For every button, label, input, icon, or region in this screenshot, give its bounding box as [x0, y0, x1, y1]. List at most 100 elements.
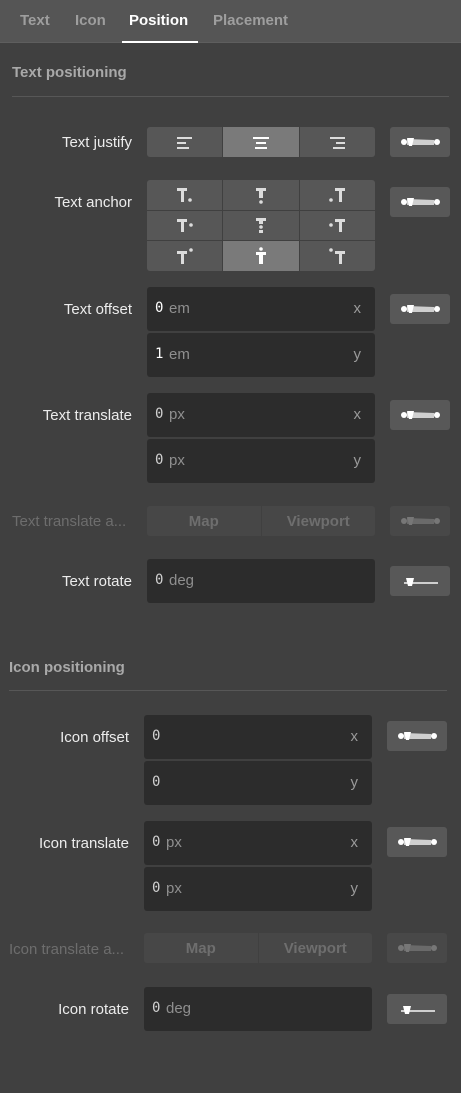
axis-y-label: y	[350, 774, 359, 791]
icon-translate-x-value: 0	[152, 834, 161, 850]
section-divider	[12, 96, 449, 97]
icon-offset-x-input[interactable]: 0 x	[144, 715, 372, 759]
icon-translate-x-unit: px	[166, 834, 182, 851]
text-rotate-zoom-function-button[interactable]	[390, 566, 450, 596]
icon-offset-label: Icon offset	[60, 729, 129, 746]
text-offset-x-input[interactable]: 0 em x	[147, 287, 375, 331]
anchor-top-left-button[interactable]	[147, 180, 223, 210]
zoom-function-icon	[401, 517, 440, 525]
zoom-function-icon	[398, 838, 437, 846]
icon-positioning-title: Icon positioning	[9, 659, 125, 676]
text-translate-y-value: 0	[155, 452, 164, 468]
anchor-center-icon	[255, 218, 266, 234]
text-offset-label: Text offset	[63, 301, 132, 318]
icon-rotate-zoom-function-button[interactable]	[387, 994, 447, 1024]
anchor-top-right-icon	[329, 187, 346, 202]
icon-translate-y-input[interactable]: 0 px y	[144, 867, 372, 911]
anchor-bottom-left-button[interactable]	[147, 241, 223, 271]
icon-rotate-unit: deg	[166, 1000, 192, 1017]
zoom-function-icon	[398, 944, 437, 952]
anchor-bottom-right-button[interactable]	[299, 241, 375, 271]
text-offset-x-unit: em	[169, 300, 190, 317]
text-rotate-label: Text rotate	[61, 573, 132, 590]
text-justify-zoom-function-button[interactable]	[390, 127, 450, 157]
justify-right-button[interactable]	[300, 127, 375, 157]
text-translate-anchor-toggle: Map Viewport	[147, 506, 375, 536]
axis-x-label: x	[350, 728, 359, 745]
icon-translate-anchor-label: Icon translate a...	[9, 941, 125, 958]
translate-anchor-viewport-option: Viewport	[283, 939, 347, 957]
anchor-top-button[interactable]	[223, 180, 299, 210]
tab-position[interactable]: Position	[129, 0, 188, 42]
active-tab-indicator	[122, 41, 198, 43]
tab-placement[interactable]: Placement	[213, 0, 288, 42]
tab-bar: Text Icon Position Placement	[0, 0, 461, 43]
icon-offset-x-value: 0	[152, 728, 161, 744]
zoom-function-icon	[401, 411, 440, 419]
icon-translate-anchor-zoom-function-button	[387, 933, 447, 963]
justify-center-button[interactable]	[223, 127, 300, 157]
text-offset-y-unit: em	[169, 346, 190, 363]
text-translate-y-input[interactable]: 0 px y	[147, 439, 375, 483]
text-rotate-input[interactable]: 0 deg	[147, 559, 375, 603]
tab-text[interactable]: Text	[20, 0, 50, 42]
icon-rotate-value: 0	[152, 1000, 161, 1016]
text-translate-label: Text translate	[42, 407, 132, 424]
section-divider	[9, 690, 447, 691]
translate-anchor-map-option: Map	[144, 933, 259, 963]
icon-offset-y-input[interactable]: 0 y	[144, 761, 372, 805]
icon-translate-label: Icon translate	[38, 835, 129, 852]
text-translate-anchor-label: Text translate a...	[12, 513, 127, 530]
translate-anchor-map-option: Map	[147, 506, 262, 536]
text-translate-y-unit: px	[169, 452, 185, 469]
icon-translate-y-value: 0	[152, 880, 161, 896]
text-offset-y-value: 1	[155, 346, 164, 362]
text-translate-zoom-function-button[interactable]	[390, 400, 450, 430]
text-translate-x-unit: px	[169, 406, 185, 423]
axis-y-label: y	[353, 346, 362, 363]
text-offset-x-value: 0	[155, 300, 164, 316]
text-rotate-value: 0	[155, 572, 164, 588]
anchor-center-button[interactable]	[223, 210, 299, 241]
anchor-bottom-icon	[255, 247, 266, 265]
text-translate-x-input[interactable]: 0 px x	[147, 393, 375, 437]
anchor-left-button[interactable]	[147, 210, 223, 241]
text-anchor-zoom-function-button[interactable]	[390, 187, 450, 217]
anchor-bottom-button[interactable]	[223, 241, 299, 271]
icon-translate-y-unit: px	[166, 880, 182, 897]
anchor-right-button[interactable]	[299, 210, 375, 241]
axis-x-label: x	[353, 300, 362, 317]
justify-left-button[interactable]	[147, 127, 224, 157]
zoom-function-icon	[401, 198, 440, 206]
icon-translate-x-input[interactable]: 0 px x	[144, 821, 372, 865]
text-translate-anchor-zoom-function-button	[390, 506, 450, 536]
text-justify-buttons	[147, 127, 375, 157]
right-align-icon	[330, 137, 346, 149]
text-offset-zoom-function-button[interactable]	[390, 294, 450, 324]
zoom-function-icon	[401, 1006, 435, 1014]
tab-icon[interactable]: Icon	[75, 0, 106, 42]
anchor-left-icon	[176, 219, 193, 233]
icon-translate-zoom-function-button[interactable]	[387, 827, 447, 857]
anchor-top-right-button[interactable]	[299, 180, 375, 210]
axis-y-label: y	[350, 880, 359, 897]
axis-x-label: x	[350, 834, 359, 851]
text-rotate-unit: deg	[169, 572, 195, 589]
anchor-bottom-right-icon	[329, 248, 346, 265]
icon-offset-zoom-function-button[interactable]	[387, 721, 447, 751]
axis-x-label: x	[353, 406, 362, 423]
axis-y-label: y	[353, 452, 362, 469]
icon-translate-anchor-toggle: Map Viewport	[144, 933, 372, 963]
zoom-function-icon	[401, 138, 440, 146]
text-offset-y-input[interactable]: 1 em y	[147, 333, 375, 377]
text-positioning-title: Text positioning	[12, 64, 127, 81]
text-anchor-label: Text anchor	[54, 194, 132, 211]
icon-rotate-input[interactable]: 0 deg	[144, 987, 372, 1031]
text-justify-label: Text justify	[61, 134, 132, 151]
icon-offset-y-value: 0	[152, 774, 161, 790]
left-align-icon	[176, 137, 192, 149]
zoom-function-icon	[398, 732, 437, 740]
zoom-function-icon	[404, 578, 438, 586]
anchor-right-icon	[329, 219, 346, 233]
text-anchor-grid	[147, 180, 375, 271]
